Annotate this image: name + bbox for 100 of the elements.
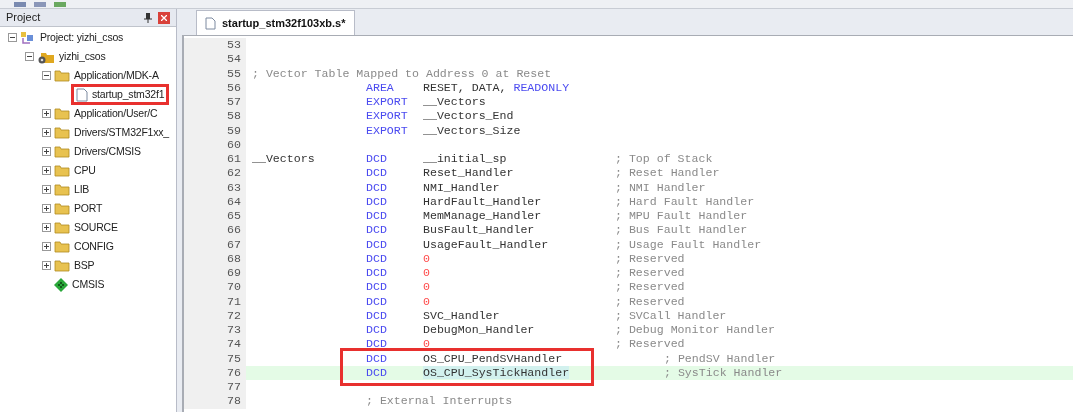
tree-item[interactable]: Project: yizhi_csos (20, 29, 124, 46)
tree-item[interactable]: CMSIS (54, 276, 105, 293)
code-operand: __Vectors (423, 95, 486, 108)
code-operand: 0 (423, 280, 430, 294)
code-operand: RESET, DATA, READONLY (423, 80, 570, 94)
code-directive: DCD (366, 152, 387, 165)
code-directive: EXPORT (366, 123, 408, 137)
code-comment: ; MPU Fault Handler (615, 209, 748, 224)
code-operand: __Vectors_Size (423, 123, 521, 137)
close-button[interactable] (158, 11, 170, 24)
code-operand: __Vectors_End (423, 109, 514, 123)
expand-toggle[interactable] (42, 223, 51, 232)
tree-item[interactable]: LIB (54, 181, 90, 198)
code-directive: DCD (366, 351, 387, 365)
line-number: 62 (184, 166, 246, 181)
code-comment: ; SVCall Handler (615, 308, 727, 323)
plus-icon (43, 224, 50, 231)
folder-icon (54, 145, 70, 158)
folder-icon (54, 164, 70, 177)
folder-icon (54, 259, 70, 272)
code-comment: ; Top of Stack (615, 152, 713, 167)
plus-icon (43, 167, 50, 174)
code-directive: DCD (366, 280, 387, 294)
expand-toggle[interactable] (42, 185, 51, 194)
tree-item[interactable]: PORT (54, 200, 103, 217)
line-number: 53 (184, 38, 246, 53)
code-directive: DCD (366, 166, 387, 180)
code-operand: 0 (423, 294, 430, 308)
line-number: 58 (184, 109, 246, 124)
collapse-toggle[interactable] (42, 71, 51, 80)
tree-item[interactable]: Drivers/CMSIS (54, 143, 141, 160)
collapse-toggle[interactable] (25, 52, 34, 61)
code-operand: UsageFault_Handler (423, 237, 549, 251)
expand-toggle[interactable] (42, 242, 51, 251)
tree-item[interactable]: SOURCE (54, 219, 118, 236)
line-number: 69 (184, 266, 246, 281)
plus-icon (43, 186, 50, 193)
tree-item[interactable]: CPU (54, 162, 96, 179)
code-comment: ; Hard Fault Handler (615, 194, 755, 209)
pin-icon[interactable] (144, 12, 152, 23)
code-operand: DebugMon_Handler (423, 323, 535, 336)
folder-icon (54, 202, 70, 215)
code-operand: 0 (423, 251, 430, 265)
tree-item[interactable]: Application/User/C (54, 105, 158, 122)
code-editor[interactable] (182, 35, 1073, 412)
code-operand: MemManage_Handler (423, 209, 542, 222)
expand-toggle[interactable] (42, 109, 51, 118)
tree-item[interactable]: yizhi_csos (37, 48, 106, 65)
code-directive: DCD (366, 223, 387, 237)
file-tab[interactable]: startup_stm32f103xb.s* (196, 10, 355, 35)
folder-icon (54, 107, 70, 120)
tree-item[interactable]: CONFIG (54, 238, 114, 255)
code-comment: ; Debug Monitor Handler (615, 323, 776, 338)
line-number: 65 (184, 209, 246, 224)
line-number: 57 (184, 95, 246, 110)
folder-icon (54, 240, 70, 253)
code-operand: 0 (423, 337, 430, 351)
minus-icon (43, 72, 50, 79)
plus-icon (43, 129, 50, 136)
code-comment: ; External Interrupts (366, 394, 513, 409)
code-operand: BusFault_Handler (423, 223, 535, 237)
code-comment: ; Reset Handler (615, 166, 720, 181)
expand-toggle[interactable] (42, 128, 51, 137)
file-icon (76, 87, 88, 102)
collapse-toggle[interactable] (8, 33, 17, 42)
code-directive: EXPORT (366, 109, 408, 123)
code-directive: DCD (366, 180, 387, 194)
code-comment: ; Reserved (615, 251, 685, 266)
code-directive: DCD (366, 209, 387, 222)
code-comment: ; Reserved (615, 337, 685, 352)
code-directive: DCD (366, 294, 387, 308)
code-comment: ; NMI Handler (615, 180, 706, 195)
code-comment: ; Reserved (615, 294, 685, 309)
code-comment: ; Reserved (615, 266, 685, 281)
line-number: 78 (184, 394, 246, 409)
code-directive: DCD (366, 251, 387, 265)
minus-icon (9, 34, 16, 41)
plus-icon (43, 262, 50, 269)
line-number: 70 (184, 280, 246, 295)
plus-icon (43, 110, 50, 117)
expand-toggle[interactable] (42, 261, 51, 270)
code-directive: DCD (366, 323, 387, 336)
plus-icon (43, 243, 50, 250)
code-directive: DCD (366, 266, 387, 279)
code-directive: DCD (366, 194, 387, 208)
code-directive: DCD (366, 308, 387, 322)
plus-icon (43, 205, 50, 212)
code-directive: AREA (366, 80, 394, 94)
tree-item[interactable]: Drivers/STM32F1xx_ (54, 124, 169, 141)
code-directive: DCD (366, 337, 387, 351)
code-operand: OS_CPU_SysTickHandler (423, 365, 570, 379)
tree-item[interactable]: BSP (54, 257, 95, 274)
expand-toggle[interactable] (42, 166, 51, 175)
expand-toggle[interactable] (42, 147, 51, 156)
tree-item[interactable]: startup_stm32f1 (71, 84, 170, 105)
plus-icon (43, 148, 50, 155)
tree-item[interactable]: Application/MDK-A (54, 67, 159, 84)
expand-toggle[interactable] (42, 204, 51, 213)
code-comment: ; Usage Fault Handler (615, 237, 762, 252)
code-comment: ; Reserved (615, 280, 685, 295)
